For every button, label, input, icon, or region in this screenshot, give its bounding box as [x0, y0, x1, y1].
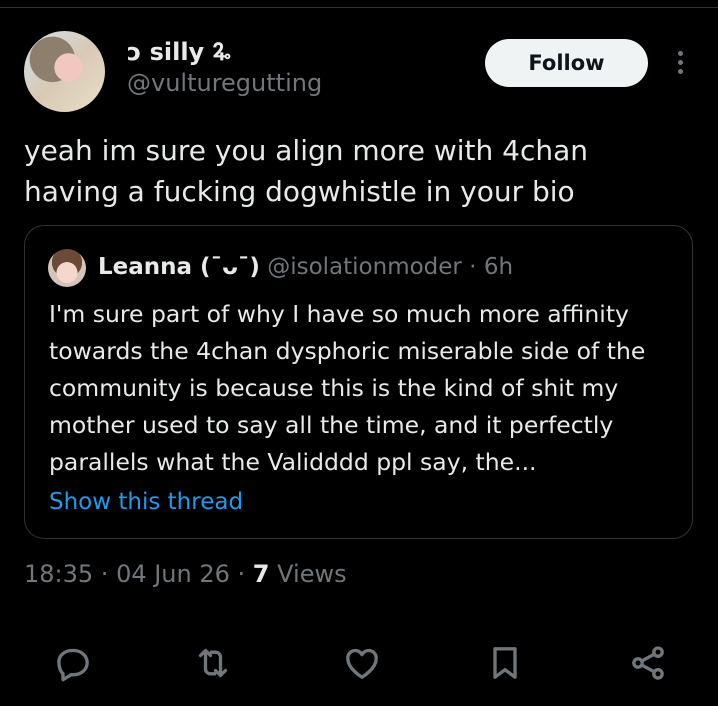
quoted-post-age[interactable]: 6h [484, 254, 513, 280]
meta-separator: · [93, 560, 117, 588]
action-bar [0, 640, 718, 685]
post-text: yeah im sure you align more with 4chan h… [24, 134, 588, 208]
quoted-author-name[interactable]: Leanna (¯ᴗ¯) [98, 254, 260, 280]
like-icon[interactable] [339, 640, 384, 685]
quoted-post[interactable]: Leanna (¯ᴗ¯) @isolationmoder · 6h I'm su… [24, 225, 693, 539]
more-options-icon[interactable] [670, 48, 690, 78]
reply-icon[interactable] [50, 640, 95, 685]
author-handle[interactable]: @vulturegutting [127, 68, 322, 98]
post-time[interactable]: 18:35 [24, 560, 93, 588]
top-divider [0, 0, 718, 8]
views-label[interactable]: Views [270, 560, 346, 588]
show-thread-link[interactable]: Show this thread [49, 487, 243, 517]
author-avatar[interactable] [24, 31, 105, 112]
follow-button[interactable]: Follow [485, 39, 648, 87]
post-meta: 18:35 · 04 Jun 26 · 7 Views [24, 558, 347, 590]
meta-separator-2: · [229, 560, 253, 588]
share-icon[interactable] [625, 640, 670, 685]
author-display-name[interactable]: ͻ silly 🜩 [127, 38, 322, 66]
quoted-post-header: Leanna (¯ᴗ¯) @isolationmoder · 6h [98, 252, 513, 282]
quoted-author-handle[interactable]: @isolationmoder [267, 254, 462, 280]
quoted-author-avatar[interactable] [48, 249, 86, 287]
views-count[interactable]: 7 [253, 560, 270, 588]
repost-icon[interactable] [190, 640, 235, 685]
quoted-post-text: I'm sure part of why I have so much more… [49, 300, 646, 476]
quoted-separator: · [461, 254, 484, 280]
author-block[interactable]: ͻ silly 🜩 @vulturegutting [127, 38, 322, 98]
bookmark-icon[interactable] [482, 640, 527, 685]
post-date[interactable]: 04 Jun 26 [116, 560, 230, 588]
